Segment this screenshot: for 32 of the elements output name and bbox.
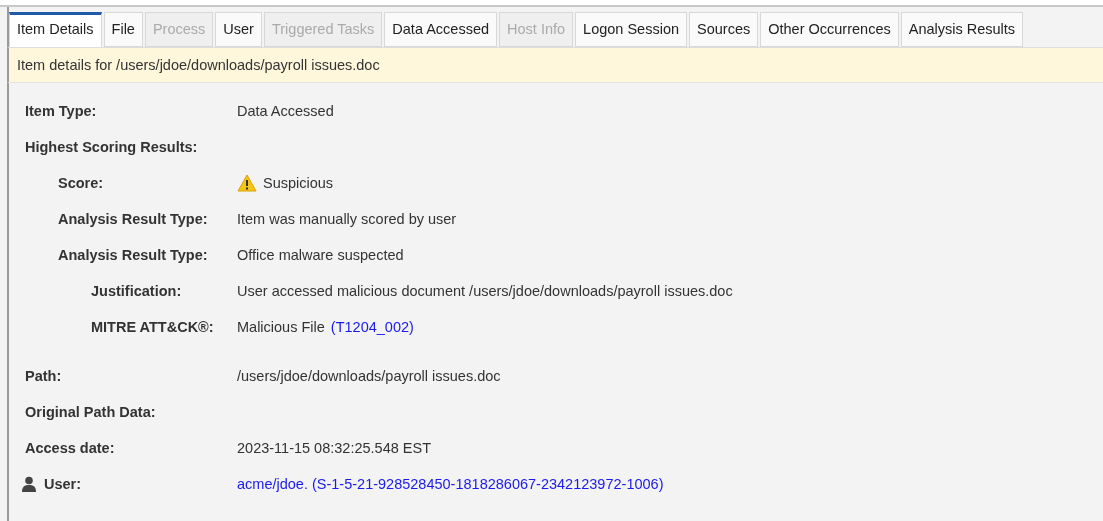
field-value: Suspicious	[263, 175, 334, 191]
field-label: Justification:	[91, 283, 182, 299]
field-label: Analysis Result Type:	[58, 211, 208, 227]
link[interactable]: acme/jdoe. (S-1-5-21-928528450-1818286067-2342123972-1006)	[237, 476, 664, 492]
tab[interactable]: File	[103, 12, 143, 47]
field-label: Analysis Result Type:	[58, 247, 208, 263]
field-value: /users/jdoe/downloads/payroll issues.doc	[237, 368, 501, 384]
field-label: Score:	[58, 175, 104, 191]
field-value: Item was manually scored by user	[237, 211, 457, 227]
tab[interactable]: Item Details	[9, 12, 102, 47]
field-label: Path:	[25, 368, 62, 384]
field-value: 2023-11-15 08:32:25.548 EST	[237, 440, 431, 456]
banner-text: Item details for /users/jdoe/downloads/payroll issues.doc	[7, 48, 1103, 83]
field-value: Data Accessed	[237, 103, 334, 119]
tab[interactable]: Logon Session	[575, 12, 687, 47]
field-label: User:	[44, 476, 82, 492]
tab[interactable]: Other Occurrences	[760, 12, 899, 47]
field-label: Item Type:	[25, 103, 97, 119]
field-label: MITRE ATT&CK®:	[91, 319, 214, 335]
field-label: Highest Scoring Results:	[25, 139, 198, 155]
field-value: Malicious File	[237, 319, 325, 335]
field-label: Original Path Data:	[25, 404, 156, 420]
link[interactable]: (T1204_002)	[330, 319, 414, 335]
tab[interactable]: Data Accessed	[384, 12, 498, 47]
field-value: Office malware suspected	[237, 247, 404, 263]
tab[interactable]: User	[215, 12, 262, 47]
tab[interactable]: Sources	[689, 12, 759, 47]
field-value: User accessed malicious document /users/jdoe/downloads/payroll issues.doc	[237, 283, 733, 299]
tab[interactable]: Analysis Results	[900, 12, 1024, 47]
user-icon	[22, 476, 36, 492]
field-label: Access date:	[25, 440, 115, 456]
warning-icon	[237, 174, 257, 192]
